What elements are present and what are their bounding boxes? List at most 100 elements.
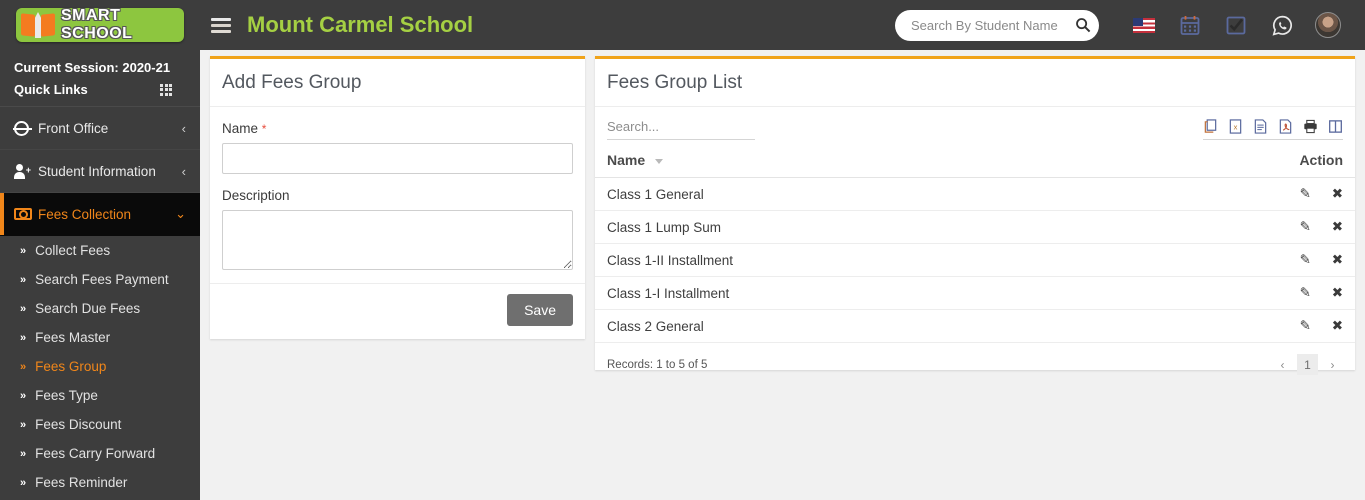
delete-icon[interactable]: ✖ (1332, 318, 1343, 334)
checkbox-task-icon[interactable] (1213, 0, 1259, 50)
pagination-page-1[interactable]: 1 (1297, 354, 1318, 375)
table-row: Class 1 Lump Sum ✎ ✖ (595, 210, 1355, 244)
chevron-double-right-icon: » (20, 331, 27, 344)
sidebar-item-label: Fees Reminder (35, 475, 128, 490)
edit-icon[interactable]: ✎ (1300, 318, 1311, 334)
column-header-action: Action (1081, 146, 1355, 178)
sidebar-item-fees-type[interactable]: » Fees Type (0, 381, 200, 410)
cell-action: ✎ ✖ (1081, 309, 1355, 343)
print-icon[interactable] (1303, 118, 1318, 135)
sidebar-item-fees-reminder[interactable]: » Fees Reminder (0, 468, 200, 497)
fees-group-table: Name Action Class 1 General ✎ ✖ Class 1 … (595, 146, 1355, 343)
app-logo[interactable]: SMART SCHOOL (0, 0, 200, 50)
svg-text:x: x (1234, 122, 1238, 131)
sidebar-item-label: Search Fees Payment (35, 272, 169, 287)
book-icon (21, 12, 55, 38)
list-card-title: Fees Group List (607, 71, 743, 93)
card-header: Add Fees Group (210, 59, 585, 107)
pagination-next[interactable]: › (1322, 354, 1343, 375)
pdf-icon[interactable] (1278, 118, 1293, 135)
cell-name: Class 1-I Installment (595, 276, 1082, 310)
csv-icon[interactable] (1253, 118, 1268, 135)
sidebar-item-label: Fees Type (35, 388, 98, 403)
chevron-double-right-icon: » (20, 360, 27, 373)
sidebar-item-search-fees-payment[interactable]: » Search Fees Payment (0, 265, 200, 294)
cell-action: ✎ ✖ (1081, 177, 1355, 211)
delete-icon[interactable]: ✖ (1332, 252, 1343, 268)
cell-action: ✎ ✖ (1081, 243, 1355, 277)
sidebar-item-label: Fees Collection (38, 206, 132, 222)
delete-icon[interactable]: ✖ (1332, 285, 1343, 301)
table-header: Name Action (595, 146, 1355, 178)
description-input[interactable] (222, 210, 573, 270)
table-row: Class 1 General ✎ ✖ (595, 177, 1355, 211)
sidebar-item-fees-discount[interactable]: » Fees Discount (0, 410, 200, 439)
table-footer: Records: 1 to 5 of 5 ‹ 1 › (595, 343, 1355, 375)
table-toolbar: x (595, 107, 1355, 140)
sidebar-item-front-office[interactable]: Front Office ‹ (0, 107, 200, 150)
calendar-icon[interactable] (1167, 0, 1213, 50)
page-title: Mount Carmel School (247, 12, 474, 37)
edit-icon[interactable]: ✎ (1300, 252, 1311, 268)
search-input[interactable] (909, 16, 1075, 34)
sidebar-item-student-information[interactable]: + Student Information ‹ (0, 150, 200, 193)
cell-action: ✎ ✖ (1081, 210, 1355, 244)
table-row: Class 1-I Installment ✎ ✖ (595, 276, 1355, 310)
search-icon[interactable] (1075, 17, 1091, 33)
avatar[interactable] (1305, 0, 1351, 50)
name-input[interactable] (222, 143, 573, 174)
excel-icon[interactable]: x (1228, 118, 1243, 135)
cell-action: ✎ ✖ (1081, 276, 1355, 310)
cell-name: Class 1 Lump Sum (595, 210, 1082, 244)
fees-group-list-card: Fees Group List x (595, 56, 1355, 375)
column-visibility-icon[interactable] (1328, 118, 1343, 135)
cell-name: Class 1-II Installment (595, 243, 1082, 277)
grid-icon[interactable] (160, 83, 172, 96)
sort-desc-icon (655, 158, 664, 164)
sidebar-item-search-due-fees[interactable]: » Search Due Fees (0, 294, 200, 323)
sidebar-item-label: Front Office (38, 120, 109, 136)
flag-icon[interactable] (1121, 0, 1167, 50)
sidebar-item-fees-group[interactable]: » Fees Group (0, 352, 200, 381)
sidebar-item-fees-master[interactable]: » Fees Master (0, 323, 200, 352)
records-info: Records: 1 to 5 of 5 (607, 358, 708, 371)
sidebar-item-fees-carry-forward[interactable]: » Fees Carry Forward (0, 439, 200, 468)
name-label-text: Name (222, 121, 259, 136)
chevron-double-right-icon: » (20, 389, 27, 402)
delete-icon[interactable]: ✖ (1332, 219, 1343, 235)
table-row: Class 2 General ✎ ✖ (595, 309, 1355, 343)
headset-icon (13, 120, 38, 136)
chevron-down-icon: ⌄ (175, 206, 186, 221)
sidebar-item-label: Fees Master (35, 330, 111, 345)
edit-icon[interactable]: ✎ (1300, 219, 1311, 235)
sidebar-submenu: » Collect Fees » Search Fees Payment » S… (0, 236, 200, 497)
table-body: Class 1 General ✎ ✖ Class 1 Lump Sum ✎ ✖… (595, 177, 1355, 343)
edit-icon[interactable]: ✎ (1300, 285, 1311, 301)
quick-links-row[interactable]: Quick Links (14, 82, 186, 97)
copy-icon[interactable] (1203, 118, 1218, 135)
save-button[interactable]: Save (507, 294, 573, 326)
cell-name: Class 1 General (595, 177, 1082, 211)
sidebar-item-fees-collection[interactable]: Fees Collection ⌄ (0, 193, 200, 236)
card-body: Name * Description (210, 107, 585, 283)
session-box: Current Session: 2020-21 Quick Links (0, 50, 200, 107)
pagination: ‹ 1 › (1272, 354, 1343, 375)
top-navbar: SMART SCHOOL Mount Carmel School (0, 0, 1365, 50)
chevron-double-right-icon: » (20, 244, 27, 257)
list-card-header: Fees Group List (595, 59, 1355, 107)
whatsapp-icon[interactable] (1259, 0, 1305, 50)
delete-icon[interactable]: ✖ (1332, 186, 1343, 202)
table-search-input[interactable] (607, 117, 755, 140)
student-search-box[interactable] (895, 9, 1099, 41)
sidebar-item-label: Fees Discount (35, 417, 122, 432)
pagination-prev[interactable]: ‹ (1272, 354, 1293, 375)
card-footer: Save (210, 283, 585, 336)
column-header-name[interactable]: Name (595, 146, 1082, 178)
table-header-row: Name Action (595, 146, 1355, 178)
sidebar-item-collect-fees[interactable]: » Collect Fees (0, 236, 200, 265)
chevron-left-icon: ‹ (181, 120, 186, 136)
sidebar-item-label: Collect Fees (35, 243, 111, 258)
edit-icon[interactable]: ✎ (1300, 186, 1311, 202)
hamburger-icon[interactable] (211, 17, 231, 33)
sidebar: Current Session: 2020-21 Quick Links Fro… (0, 50, 200, 500)
